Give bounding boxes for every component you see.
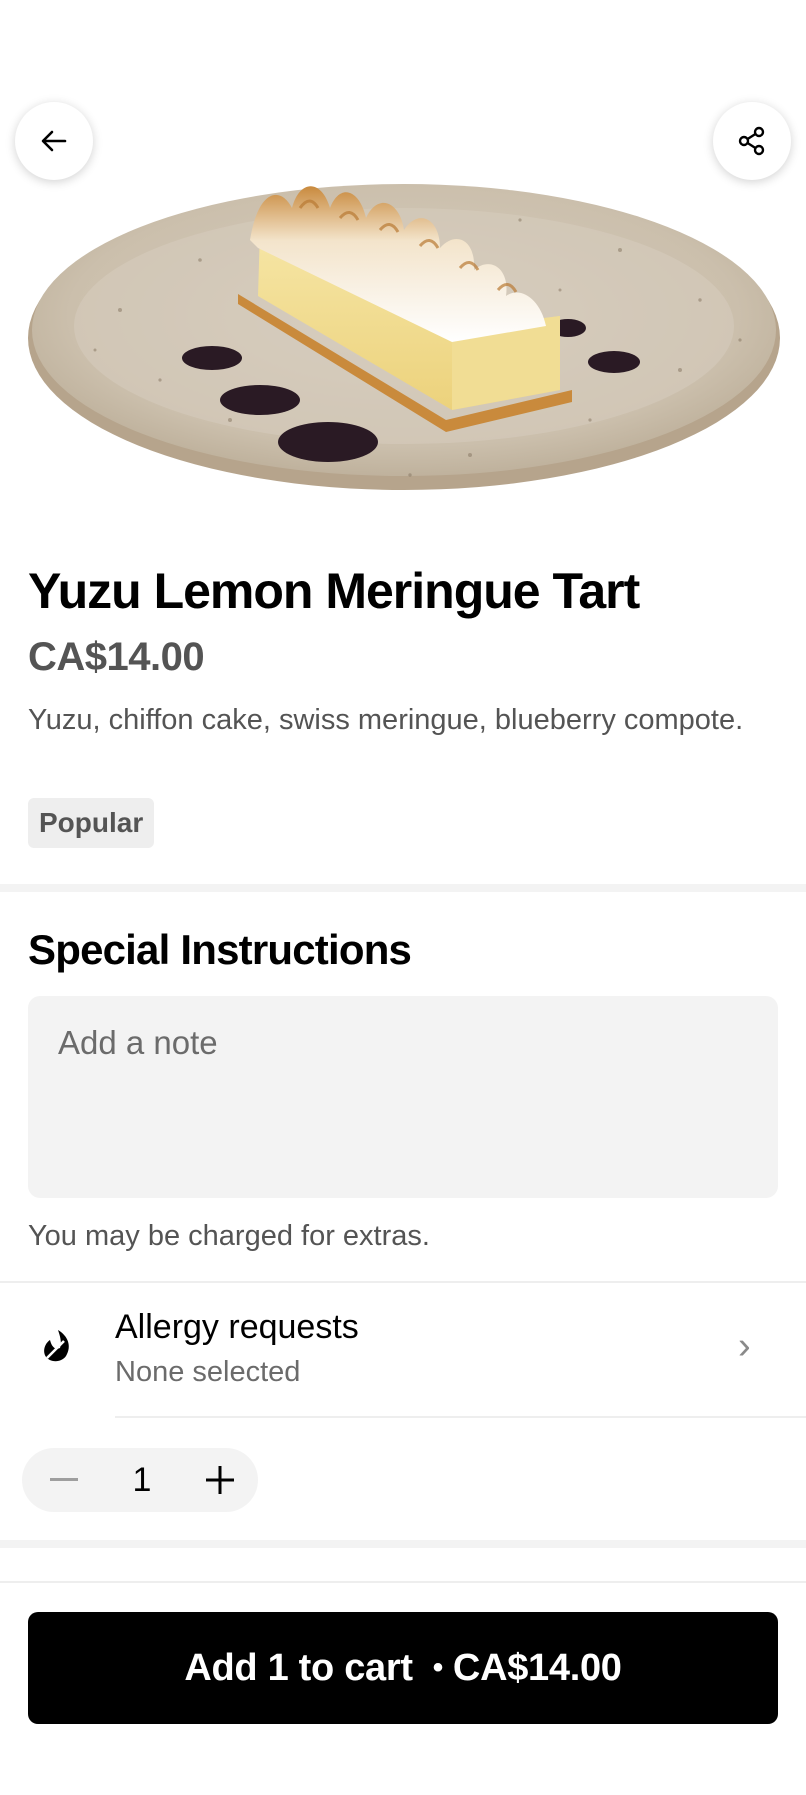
plus-icon xyxy=(206,1466,234,1494)
allergy-requests-row[interactable]: Allergy requests None selected › xyxy=(0,1282,806,1418)
back-button[interactable] xyxy=(15,102,93,180)
share-button[interactable] xyxy=(713,102,791,180)
special-instructions-heading: Special Instructions xyxy=(28,926,412,973)
quantity-value: 1 xyxy=(132,1461,152,1499)
add-to-cart-button[interactable]: Add 1 to cart • CA$14.00 xyxy=(28,1612,778,1724)
note-input[interactable] xyxy=(28,996,778,1198)
separator-dot: • xyxy=(432,1651,444,1684)
add-to-cart-label: Add 1 to cart xyxy=(184,1646,413,1689)
item-description: Yuzu, chiffon cake, swiss meringue, blue… xyxy=(28,704,744,736)
item-hero-image xyxy=(0,90,806,540)
allergy-requests-label: Allergy requests xyxy=(115,1308,359,1346)
increase-quantity-button[interactable] xyxy=(198,1448,242,1512)
item-detail-page: Yuzu Lemon Meringue Tart CA$14.00 Yuzu, … xyxy=(0,0,806,1795)
add-to-cart-price: CA$14.00 xyxy=(452,1646,622,1689)
item-title: Yuzu Lemon Meringue Tart xyxy=(28,563,640,619)
item-price: CA$14.00 xyxy=(28,635,205,679)
tart-illustration xyxy=(28,184,780,490)
arrow-left-icon xyxy=(41,130,67,152)
decrease-quantity-button[interactable] xyxy=(42,1448,86,1512)
divider xyxy=(115,1416,806,1418)
section-divider xyxy=(0,884,806,892)
divider xyxy=(0,1581,806,1583)
quantity-stepper: 1 xyxy=(22,1448,258,1512)
share-icon xyxy=(738,126,765,156)
popular-badge: Popular xyxy=(28,798,155,848)
chevron-right-icon: › xyxy=(738,1325,751,1367)
minus-icon xyxy=(50,1478,78,1481)
allergy-requests-value: None selected xyxy=(115,1356,301,1388)
allergy-icon xyxy=(44,1330,69,1362)
extras-disclaimer: You may be charged for extras. xyxy=(28,1220,430,1252)
section-divider xyxy=(0,1540,806,1548)
